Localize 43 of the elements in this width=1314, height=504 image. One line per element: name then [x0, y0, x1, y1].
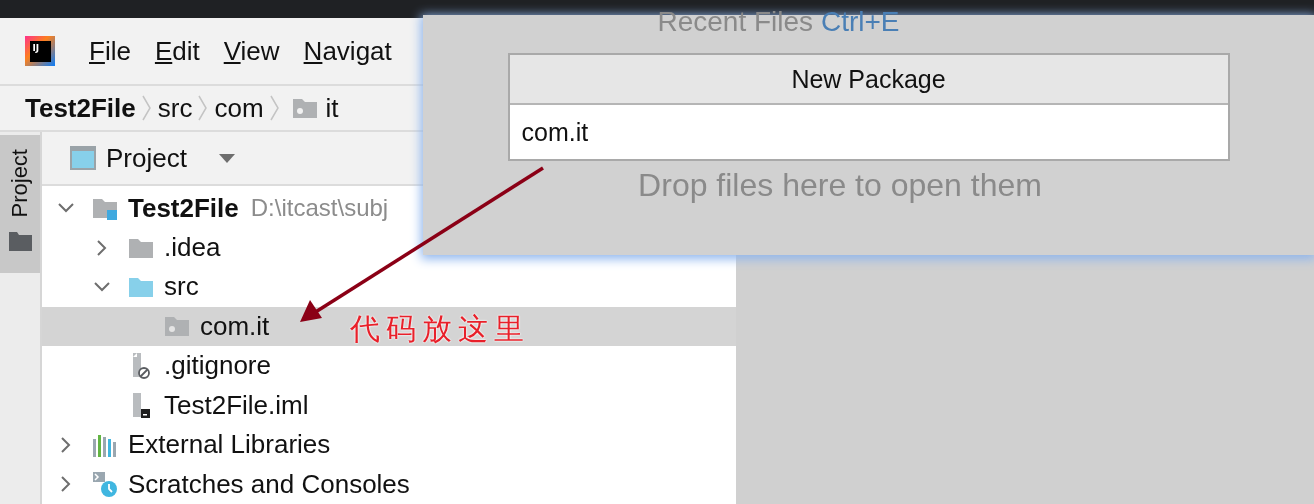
breadcrumb-item[interactable]: com [214, 92, 264, 124]
module-path: D:\itcast\subj [250, 194, 389, 223]
app-logo: IJ [25, 36, 55, 66]
tree-row[interactable]: .idea [42, 227, 736, 268]
project-view-title[interactable]: Project [106, 142, 187, 174]
shortcut-hint: Ctrl+E [820, 6, 900, 37]
menu-item[interactable]: View [223, 35, 280, 67]
libraries-icon [92, 432, 118, 457]
tree-item-label: com.it [200, 310, 270, 342]
scratches-icon [92, 470, 118, 498]
tree-item-label: .idea [164, 232, 221, 263]
breadcrumb-separator [198, 94, 209, 122]
package-icon [291, 96, 318, 120]
breadcrumb-item[interactable]: it [325, 92, 339, 124]
tree-item-label: Scratches and Consoles [128, 468, 410, 500]
menu-item[interactable]: Navigat [303, 35, 392, 67]
tree-row[interactable]: External Libraries [42, 425, 736, 465]
package-name-field[interactable]: com.it [509, 105, 1228, 159]
tree-row[interactable]: Test2File.iml [42, 385, 736, 426]
dropdown-caret-icon[interactable] [218, 153, 235, 163]
dialog-title: New Package [509, 55, 1228, 105]
tree-row[interactable]: Scratches and Consoles [42, 464, 736, 504]
menu-item[interactable]: Edit [154, 35, 200, 67]
drop-files-hint: Drop files here to open them [638, 167, 1042, 204]
breadcrumb-separator [141, 94, 152, 122]
annotation-text: 代码放这里 [350, 311, 530, 347]
tree-item-label: External Libraries [128, 429, 331, 461]
breadcrumb-item[interactable]: src [157, 92, 193, 124]
folder-icon [8, 231, 32, 252]
tree-item-label: Test2File [128, 192, 239, 224]
module-icon [92, 196, 118, 221]
project-tool-tab[interactable]: Project [0, 135, 40, 274]
tree-row[interactable]: .gitignore [42, 346, 736, 386]
tree-row[interactable]: src [42, 267, 736, 307]
package-icon [164, 314, 190, 339]
project-view-icon [70, 146, 96, 171]
tree-item-label: Test2File.iml [164, 389, 309, 421]
breadcrumb-separator [269, 94, 280, 122]
breadcrumb-item[interactable]: Test2File [25, 92, 136, 124]
tree-item-label: src [164, 271, 199, 303]
recent-files-hint: Recent Files [657, 6, 815, 37]
tree-item-label: .gitignore [164, 350, 271, 382]
menu-item[interactable]: File [89, 35, 131, 67]
